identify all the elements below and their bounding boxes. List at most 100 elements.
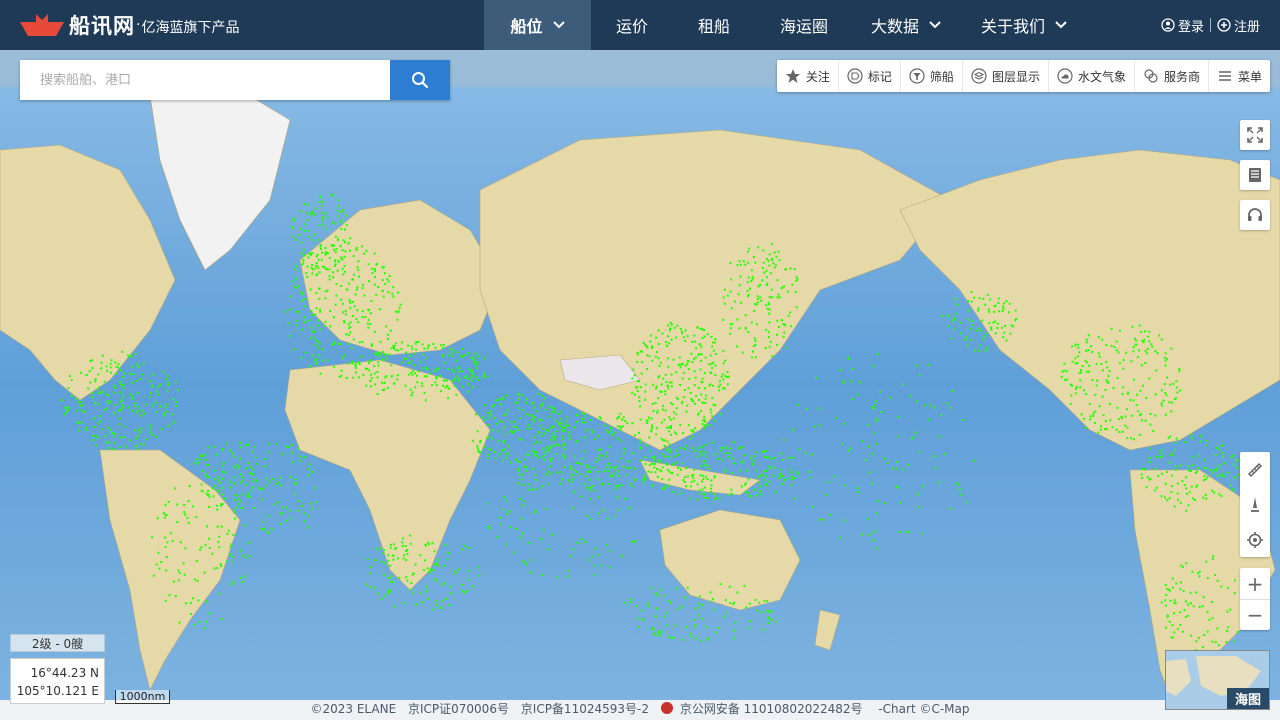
ship-dot — [819, 424, 822, 427]
nav-item-ship-position[interactable]: 船位 — [484, 0, 591, 50]
ship-dot — [357, 376, 360, 379]
ship-dot — [701, 377, 704, 380]
ship-dot — [349, 307, 352, 310]
ship-dot — [687, 387, 690, 390]
search-button[interactable] — [390, 60, 450, 100]
ship-dot — [1122, 359, 1125, 361]
nav-item-about-us[interactable]: 关于我们 — [959, 0, 1089, 50]
ship-dot — [730, 323, 732, 326]
ship-dot — [641, 618, 644, 621]
ship-dot — [899, 501, 902, 504]
ship-dot — [1147, 348, 1149, 350]
ship-dot — [313, 330, 316, 333]
ship-dot — [826, 494, 828, 496]
ship-dot — [669, 329, 671, 332]
ship-dot — [216, 489, 219, 492]
ship-dot — [764, 475, 767, 477]
brand-logo[interactable]: 船讯网 · 亿海蓝旗下产品 — [20, 10, 239, 40]
ship-dot — [387, 554, 390, 557]
ship-dot — [250, 489, 253, 492]
ship-dot — [626, 422, 629, 425]
locate-button[interactable] — [1240, 522, 1270, 557]
ship-dot — [251, 486, 254, 489]
ship-dot — [303, 202, 306, 205]
support-button[interactable] — [1240, 200, 1270, 230]
ship-dot — [704, 486, 707, 489]
ship-dot — [981, 338, 984, 341]
ship-dot — [347, 323, 350, 326]
ship-dot — [405, 576, 408, 579]
ship-dot — [933, 406, 936, 409]
footer-icp-license[interactable]: 京ICP证070006号 — [408, 702, 509, 716]
footer-police-record[interactable]: 京公网安备 11010802022482号 — [660, 702, 867, 716]
ship-dot — [666, 440, 669, 443]
ship-dot — [727, 455, 730, 458]
ship-dot — [706, 424, 709, 427]
ship-dot — [151, 433, 154, 436]
ship-dot — [698, 343, 701, 346]
toolbar-weather[interactable]: 水文气象 — [1047, 60, 1134, 92]
ship-dot — [533, 420, 536, 423]
ship-dot — [401, 361, 404, 364]
ship-dot — [450, 352, 453, 355]
fullscreen-button[interactable] — [1240, 120, 1270, 150]
nav-item-charter[interactable]: 租船 — [673, 0, 755, 50]
news-button[interactable] — [1240, 160, 1270, 190]
map-canvas[interactable] — [0, 50, 1280, 720]
nav-item-freight[interactable]: 运价 — [591, 0, 673, 50]
ship-dot — [1115, 428, 1118, 431]
ship-dot — [432, 343, 435, 345]
ship-dot — [766, 456, 769, 458]
ship-dot — [567, 569, 569, 572]
toolbar-follow[interactable]: 关注 — [777, 60, 838, 92]
world-map[interactable] — [0, 50, 1280, 720]
basemap-switcher[interactable]: 海图 — [1165, 650, 1270, 710]
ship-dot — [661, 408, 664, 411]
measure-button[interactable] — [1240, 452, 1270, 487]
ship-dot — [302, 259, 305, 261]
toolbar-mark[interactable]: 标记 — [837, 60, 900, 92]
toolbar-filter[interactable]: 筛船 — [899, 60, 962, 92]
ship-dot — [307, 256, 310, 259]
ship-dot — [788, 456, 791, 459]
nav-item-shipping-circle[interactable]: 海运圈 — [755, 0, 853, 50]
ship-dot — [750, 356, 753, 359]
search-input[interactable] — [20, 60, 390, 100]
footer-icp-record[interactable]: 京ICP备11024593号-2 — [521, 702, 649, 716]
ship-dot — [947, 315, 950, 318]
ship-dot — [91, 359, 94, 362]
ship-dot — [1074, 344, 1077, 347]
nav-item-big-data[interactable]: 大数据 — [853, 0, 959, 50]
zoom-out-button[interactable]: − — [1240, 599, 1270, 630]
login-button[interactable]: 登录 — [1161, 16, 1204, 35]
ship-dot — [915, 364, 918, 367]
ship-dot — [303, 223, 306, 226]
ship-dot — [651, 345, 653, 348]
toolbar-service-provider[interactable]: 服务商 — [1133, 60, 1208, 92]
ship-dot — [549, 460, 552, 462]
ship-dot — [444, 543, 447, 546]
zoom-in-button[interactable]: + — [1240, 568, 1270, 599]
ship-dot — [554, 411, 557, 414]
ship-dot — [630, 482, 633, 485]
ship-dot — [240, 446, 243, 449]
ship-dot — [122, 436, 125, 438]
ship-dot — [387, 291, 390, 293]
toolbar-menu[interactable]: 菜单 — [1207, 60, 1270, 92]
ship-dot — [665, 462, 667, 465]
toolbar-layers[interactable]: 图层显示 — [961, 60, 1048, 92]
ship-dot — [267, 443, 270, 446]
ship-dot — [321, 219, 324, 222]
ship-dot — [414, 386, 417, 389]
ship-dot — [902, 383, 905, 386]
ship-dot — [311, 354, 314, 357]
ship-dot — [564, 466, 566, 468]
register-button[interactable]: 注册 — [1217, 16, 1260, 35]
ship-dot — [986, 347, 989, 350]
ship-dot — [426, 347, 429, 350]
ship-dot — [709, 371, 712, 374]
ship-dot — [124, 445, 127, 448]
compass-button[interactable] — [1240, 487, 1270, 522]
ship-dot — [653, 632, 656, 635]
ship-dot — [522, 483, 525, 486]
